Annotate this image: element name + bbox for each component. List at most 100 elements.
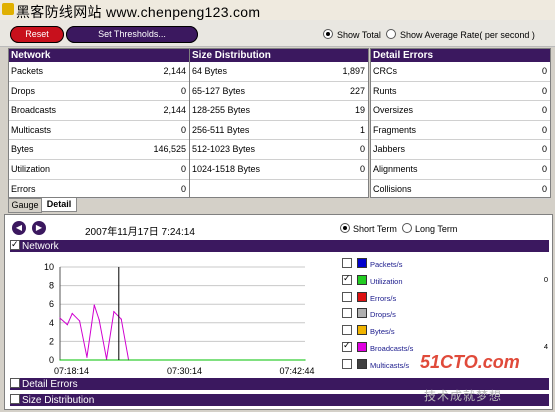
series-point bbox=[59, 317, 61, 319]
series-point bbox=[71, 312, 73, 315]
legend-checkbox[interactable] bbox=[342, 325, 352, 336]
legend-swatch bbox=[357, 342, 367, 352]
size-distribution-row-value: 1 bbox=[359, 124, 365, 135]
circle-arrow-left-icon: ◀ bbox=[15, 223, 23, 232]
network-row: Utilization 0 bbox=[9, 160, 189, 180]
site-watermark-slogan: 技术成就梦想 bbox=[424, 389, 503, 403]
network-row: Bytes 146,525 bbox=[9, 140, 189, 160]
legend-swatch bbox=[357, 308, 367, 319]
y-tick-label: 10 bbox=[44, 262, 54, 272]
detail-errors-row: Collisions 0 bbox=[371, 180, 550, 200]
detail-errors-section-checkbox[interactable] bbox=[10, 378, 20, 388]
size-distribution-section-label: Size Distribution bbox=[22, 395, 95, 406]
short-term-radio[interactable] bbox=[340, 223, 350, 233]
legend-checkbox[interactable] bbox=[342, 258, 352, 268]
network-section-checkbox[interactable] bbox=[10, 238, 20, 250]
detail-errors-row-value: 0 bbox=[541, 66, 547, 76]
show-total-label: Show Total bbox=[337, 30, 381, 40]
size-distribution-row-value: 227 bbox=[349, 85, 365, 96]
detail-errors-row-value: 0 bbox=[541, 163, 547, 174]
detail-errors-panel: Detail Errors CRCs 0 Runts 0 Oversizes 0 Fragm… bbox=[370, 48, 551, 200]
set-thresholds-button[interactable]: Set Thresholds... bbox=[66, 26, 198, 43]
size-distribution-row-value: 1,897 bbox=[342, 66, 365, 76]
size-distribution-row-label: 65-127 Bytes bbox=[192, 85, 246, 96]
x-tick-label: 07:18:14 bbox=[54, 366, 89, 376]
network-row-label: Drops bbox=[11, 85, 36, 96]
network-panel-title: Network bbox=[9, 49, 189, 62]
network-row-label: Errors bbox=[11, 183, 36, 194]
size-distribution-row-label: 1024-1518 Bytes bbox=[192, 163, 261, 174]
y-tick-label: 0 bbox=[49, 355, 54, 365]
legend-item[interactable]: Packets/s bbox=[342, 258, 548, 272]
size-distribution-row: 128-255 Bytes 19 bbox=[190, 101, 368, 121]
legend-checkbox[interactable] bbox=[342, 291, 352, 302]
legend-item[interactable]: Drops/s bbox=[342, 308, 548, 322]
tab-gauge[interactable]: Gauge bbox=[8, 198, 42, 213]
legend-checkbox[interactable] bbox=[342, 358, 352, 369]
size-distribution-row-value: 0 bbox=[359, 163, 365, 174]
legend-label: Multicasts/s bbox=[370, 360, 410, 370]
network-row-label: Utilization bbox=[11, 163, 51, 174]
legend-swatch bbox=[357, 258, 367, 268]
size-distribution-row-label: 64 Bytes bbox=[192, 66, 228, 76]
detail-errors-panel-title: Detail Errors bbox=[371, 49, 550, 62]
network-row-label: Bytes bbox=[11, 144, 34, 155]
network-row: Errors 0 bbox=[9, 180, 189, 200]
network-panel: Network Packets 2,144 Drops 0 Broadcasts 2,14… bbox=[8, 48, 190, 200]
network-row: Packets 2,144 bbox=[9, 62, 189, 82]
detail-errors-row: Alignments 0 bbox=[371, 160, 550, 180]
nav-forward-button[interactable]: ▶ bbox=[32, 221, 46, 235]
legend-item[interactable]: Utilization 0 bbox=[342, 273, 548, 289]
x-tick-label: 07:30:14 bbox=[167, 366, 202, 376]
legend-checkbox[interactable] bbox=[342, 340, 352, 352]
legend-swatch bbox=[357, 274, 367, 285]
network-row-value: 0 bbox=[180, 163, 186, 174]
legend-item[interactable]: Bytes/s bbox=[342, 325, 548, 339]
tab-detail[interactable]: Detail bbox=[41, 198, 77, 212]
legend-swatch bbox=[357, 291, 367, 302]
legend-label: Drops/s bbox=[370, 310, 396, 320]
detail-errors-row: Oversizes 0 bbox=[371, 101, 550, 121]
legend-item[interactable]: Errors/s bbox=[342, 291, 548, 306]
timestamp: 2007年11月17日 7:24:14 bbox=[85, 227, 195, 238]
network-section-label: Network bbox=[22, 241, 59, 252]
network-row: Multicasts 0 bbox=[9, 121, 189, 141]
nav-back-button[interactable]: ◀ bbox=[12, 221, 26, 235]
series-point bbox=[66, 324, 68, 326]
network-row-value: 0 bbox=[180, 85, 186, 96]
series-point bbox=[105, 358, 108, 360]
legend-value: 0 bbox=[543, 274, 548, 284]
detail-errors-row-label: Alignments bbox=[373, 163, 418, 174]
detail-errors-row: Runts 0 bbox=[371, 82, 550, 102]
legend-label: Packets/s bbox=[370, 260, 403, 269]
show-total-radio[interactable] bbox=[323, 29, 333, 39]
short-term-label: Short Term bbox=[353, 224, 397, 234]
size-distribution-row-value: 19 bbox=[354, 105, 365, 116]
size-distribution-row-value: 0 bbox=[359, 144, 365, 155]
size-distribution-section-checkbox[interactable] bbox=[10, 394, 20, 404]
detail-errors-row-value: 0 bbox=[541, 105, 547, 116]
series-point bbox=[113, 311, 115, 313]
network-row-value: 0 bbox=[180, 183, 186, 194]
series-point bbox=[93, 304, 95, 306]
detail-errors-row-value: 0 bbox=[541, 124, 547, 135]
legend-checkbox[interactable] bbox=[342, 308, 352, 319]
network-section-header[interactable]: Network bbox=[10, 238, 549, 252]
series-point bbox=[86, 356, 88, 358]
x-tick-label: 07:42:44 bbox=[279, 366, 314, 376]
network-row-value: 2,144 bbox=[163, 66, 186, 76]
reset-button[interactable]: Reset bbox=[10, 26, 64, 43]
show-average-radio[interactable] bbox=[386, 29, 396, 39]
size-distribution-row-label: 512-1023 Bytes bbox=[192, 144, 256, 155]
legend-checkbox[interactable] bbox=[342, 273, 352, 285]
size-distribution-row: 1024-1518 Bytes 0 bbox=[190, 160, 368, 180]
y-tick-label: 6 bbox=[49, 299, 54, 309]
network-row-value: 2,144 bbox=[163, 105, 186, 116]
long-term-label: Long Term bbox=[415, 224, 458, 234]
detail-errors-row-label: Fragments bbox=[373, 124, 417, 135]
long-term-radio[interactable] bbox=[402, 223, 412, 233]
network-row: Drops 0 bbox=[9, 82, 189, 102]
legend-swatch bbox=[357, 325, 367, 336]
network-row-label: Multicasts bbox=[11, 124, 52, 135]
y-tick-label: 2 bbox=[49, 336, 54, 346]
